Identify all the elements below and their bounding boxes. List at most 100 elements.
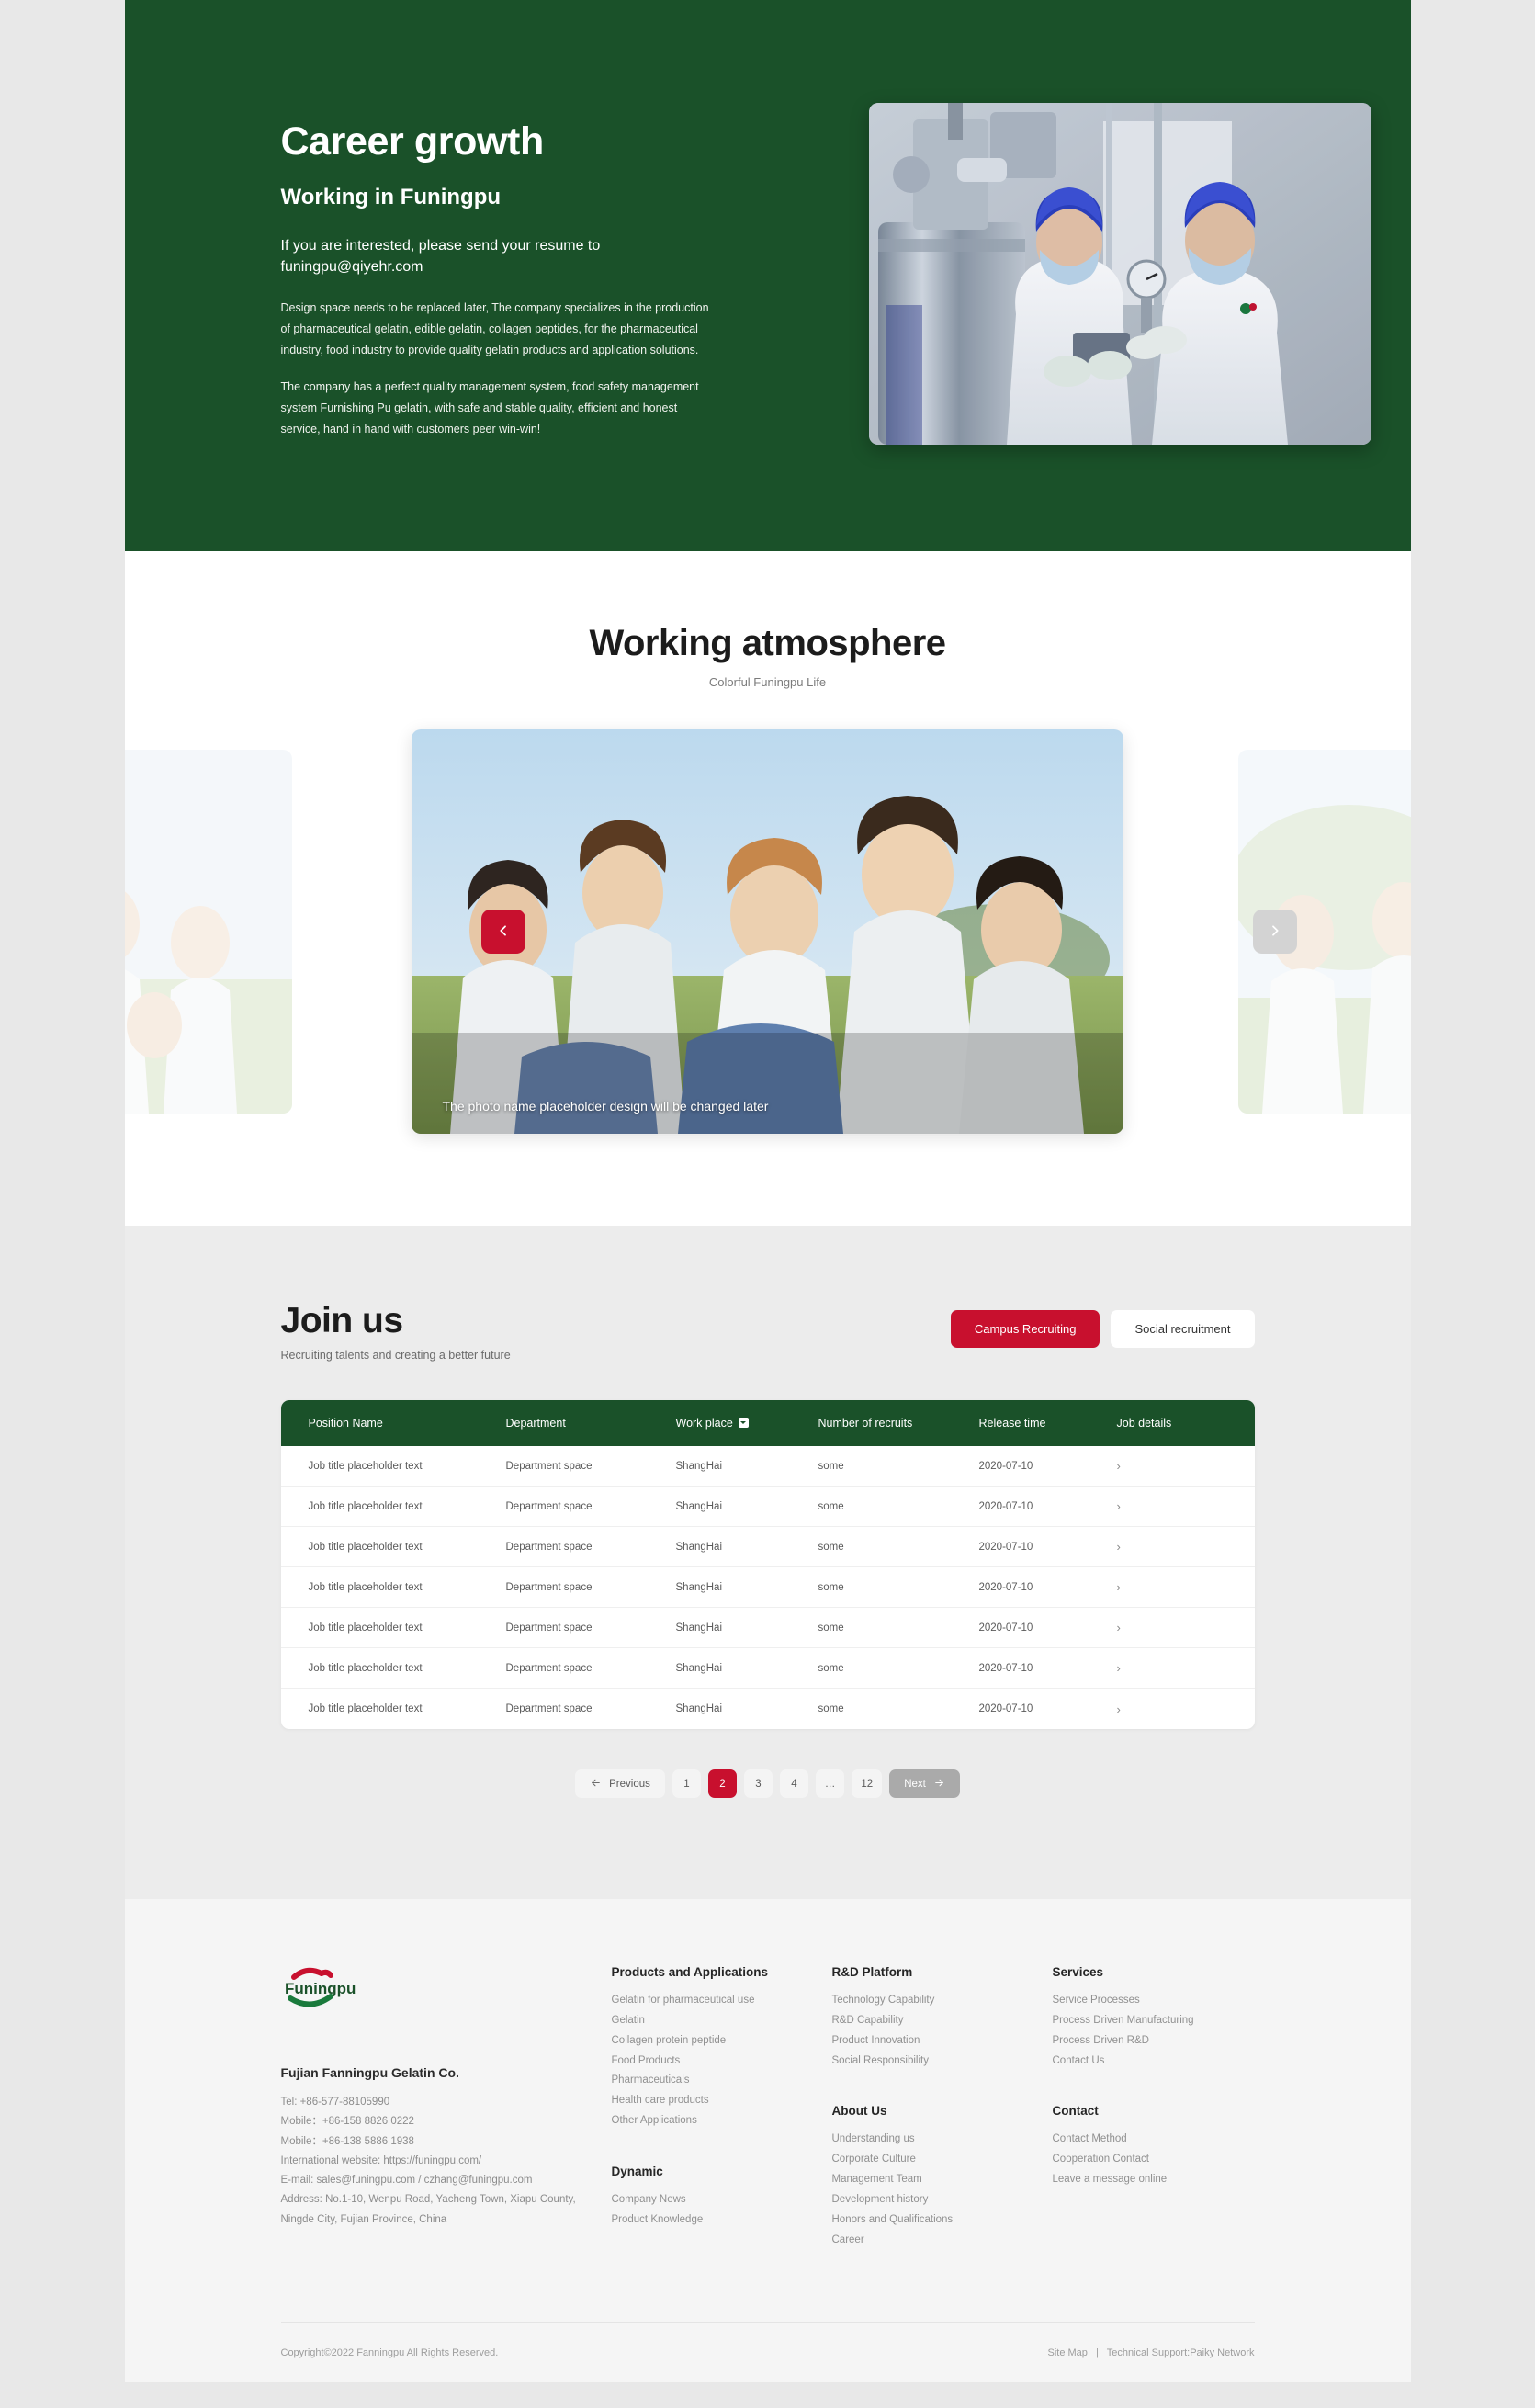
site-footer: Funingpu Fujian Fanningpu Gelatin Co. Te…	[124, 1899, 1411, 2383]
pagination-page-…[interactable]: …	[815, 1769, 845, 1798]
cell-department: Department space	[505, 1622, 593, 1634]
cell-work-place: ShangHai	[675, 1541, 723, 1553]
job-details-link[interactable]: ›	[1117, 1540, 1218, 1554]
pagination-previous-button[interactable]: Previous	[575, 1769, 665, 1798]
footer-link-leave-a-message-online[interactable]: Leave a message online	[1053, 2170, 1255, 2190]
carousel-prev-button[interactable]	[480, 910, 525, 954]
carousel-next-button[interactable]	[1252, 910, 1297, 954]
footer-link-gelatin[interactable]: Gelatin	[612, 2011, 832, 2031]
job-details-link[interactable]: ›	[1117, 1661, 1218, 1675]
footer-link-honors-and-qualifications[interactable]: Honors and Qualifications	[832, 2210, 1053, 2231]
footer-link-contact-us[interactable]: Contact Us	[1053, 2052, 1255, 2072]
job-details-link[interactable]: ›	[1117, 1580, 1218, 1594]
footer-link-corporate-culture[interactable]: Corporate Culture	[832, 2150, 1053, 2170]
footer-link-management-team[interactable]: Management Team	[832, 2170, 1053, 2190]
footer-heading-about-us: About Us	[831, 2104, 887, 2119]
cell-number-of-recruits: some	[818, 1622, 844, 1634]
footer-link-r-d-capability[interactable]: R&D Capability	[832, 2011, 1053, 2031]
chevron-down-icon[interactable]	[738, 1418, 749, 1428]
footer-link-process-driven-manufacturing[interactable]: Process Driven Manufacturing	[1053, 2011, 1255, 2031]
job-details-link[interactable]: ›	[1117, 1459, 1218, 1473]
pagination-page-1[interactable]: 1	[672, 1769, 701, 1798]
chevron-right-icon: ›	[1116, 1661, 1121, 1675]
footer-column-1: Products and Applications Gelatin for pha…	[612, 1965, 832, 2250]
footer-link-contact-method[interactable]: Contact Method	[1053, 2130, 1255, 2150]
footer-link-pharmaceuticals[interactable]: Pharmaceuticals	[612, 2071, 832, 2091]
cell-release-time: 2020-07-10	[978, 1541, 1033, 1553]
job-details-link[interactable]: ›	[1117, 1499, 1218, 1513]
cell-number-of-recruits: some	[818, 1581, 844, 1593]
footer-link-other-applications[interactable]: Other Applications	[612, 2111, 832, 2131]
table-row[interactable]: Job title placeholder text Department spa…	[280, 1527, 1255, 1567]
footer-meta-links: Site Map | Technical Support:Paiky Netwo…	[1048, 2347, 1255, 2358]
table-row[interactable]: Job title placeholder text Department spa…	[280, 1648, 1255, 1689]
footer-link-product-innovation[interactable]: Product Innovation	[832, 2031, 1053, 2052]
cell-work-place: ShangHai	[675, 1662, 723, 1674]
cell-position-name: Job title placeholder text	[308, 1541, 423, 1553]
hero-image	[868, 103, 1371, 445]
technical-support-text[interactable]: Technical Support:Paiky Network	[1107, 2347, 1255, 2358]
footer-link-development-history[interactable]: Development history	[832, 2190, 1053, 2210]
pagination-page-numbers: 1 2 3 4… 12	[672, 1769, 883, 1798]
footer-link-understanding-us[interactable]: Understanding us	[832, 2130, 1053, 2150]
footer-link-health-care-products[interactable]: Health care products	[612, 2091, 832, 2111]
job-details-link[interactable]: ›	[1117, 1621, 1218, 1634]
cell-position-name: Job title placeholder text	[308, 1581, 423, 1593]
cell-position-name: Job title placeholder text	[308, 1703, 423, 1714]
tab-social-recruitment[interactable]: Social recruitment	[1111, 1310, 1255, 1348]
footer-link-technology-capability[interactable]: Technology Capability	[832, 1991, 1053, 2011]
table-row[interactable]: Job title placeholder text Department spa…	[281, 1689, 1255, 1729]
page-root: Career growth Working in Funingpu If you…	[124, 0, 1411, 2383]
footer-contact-details: Tel: +86-577-88105990 Mobile：+86-158 8826…	[281, 2093, 612, 2230]
pagination-next-button[interactable]: Next	[889, 1769, 960, 1798]
footer-link-social-responsibility[interactable]: Social Responsibility	[832, 2052, 1053, 2072]
footer-logo[interactable]: Funingpu	[281, 1965, 612, 2012]
column-header-job-details: Job details	[1116, 1417, 1172, 1430]
footer-link-service-processes[interactable]: Service Processes	[1053, 1991, 1255, 2011]
cell-release-time: 2020-07-10	[978, 1703, 1033, 1714]
carousel-slide-previous[interactable]	[124, 750, 292, 1114]
pagination-page-2[interactable]: 2	[707, 1769, 737, 1798]
pagination-page-3[interactable]: 3	[743, 1769, 773, 1798]
column-header-position-name: Position Name	[308, 1417, 383, 1430]
pagination-page-12[interactable]: 12	[852, 1769, 883, 1798]
table-row[interactable]: Job title placeholder text Department spa…	[280, 1446, 1255, 1487]
table-row[interactable]: Job title placeholder text Department spa…	[280, 1567, 1255, 1608]
footer-company-name: Fujian Fanningpu Gelatin Co.	[280, 2065, 459, 2080]
column-header-work-place-label: Work place	[675, 1417, 733, 1430]
tab-campus-recruiting[interactable]: Campus Recruiting	[950, 1310, 1100, 1348]
column-header-department: Department	[505, 1417, 566, 1430]
footer-link-product-knowledge[interactable]: Product Knowledge	[612, 2210, 832, 2231]
chevron-right-icon: ›	[1116, 1459, 1121, 1473]
cell-release-time: 2020-07-10	[978, 1500, 1033, 1512]
footer-column-3: Services Service Processes Process Driven …	[1053, 1965, 1255, 2250]
footer-link-company-news[interactable]: Company News	[612, 2190, 832, 2210]
photo-carousel[interactable]: The photo name placeholder design will b…	[124, 729, 1411, 1134]
chevron-right-icon: ›	[1116, 1580, 1121, 1594]
cell-work-place: ShangHai	[675, 1460, 723, 1472]
footer-link-gelatin-for-pharmaceutical-use[interactable]: Gelatin for pharmaceutical use	[612, 1991, 832, 2011]
footer-link-career[interactable]: Career	[832, 2231, 1053, 2251]
copyright-text: Copyright©2022 Fanningpu All Rights Rese…	[280, 2346, 499, 2358]
footer-link-cooperation-contact[interactable]: Cooperation Contact	[1053, 2150, 1255, 2170]
table-row[interactable]: Job title placeholder text Department spa…	[280, 1487, 1255, 1527]
footer-link-process-driven-r-d[interactable]: Process Driven R&D	[1053, 2031, 1255, 2052]
footer-brand-column: Funingpu Fujian Fanningpu Gelatin Co. Te…	[281, 1965, 612, 2250]
cell-number-of-recruits: some	[818, 1541, 844, 1553]
cell-position-name: Job title placeholder text	[308, 1662, 423, 1674]
cell-work-place: ShangHai	[675, 1500, 723, 1512]
footer-link-collagen-protein-peptide[interactable]: Collagen protein peptide	[612, 2031, 832, 2052]
footer-link-food-products[interactable]: Food Products	[612, 2052, 832, 2072]
cell-position-name: Job title placeholder text	[308, 1500, 423, 1512]
footer-column-2: R&D Platform Technology Capability R&D Cap…	[832, 1965, 1053, 2250]
table-row[interactable]: Job title placeholder text Department spa…	[280, 1608, 1255, 1648]
footer-contact-line: Address: No.1-10, Wenpu Road, Yacheng To…	[280, 2194, 576, 2206]
cell-work-place: ShangHai	[675, 1703, 723, 1714]
hero-section: Career growth Working in Funingpu If you…	[124, 0, 1411, 551]
job-details-link[interactable]: ›	[1117, 1702, 1218, 1716]
pagination-next-label: Next	[904, 1778, 926, 1790]
column-header-work-place[interactable]: Work place	[676, 1417, 818, 1430]
site-map-link[interactable]: Site Map	[1048, 2347, 1088, 2358]
carousel-caption: The photo name placeholder design will b…	[442, 1099, 769, 1114]
pagination-page-4[interactable]: 4	[779, 1769, 808, 1798]
